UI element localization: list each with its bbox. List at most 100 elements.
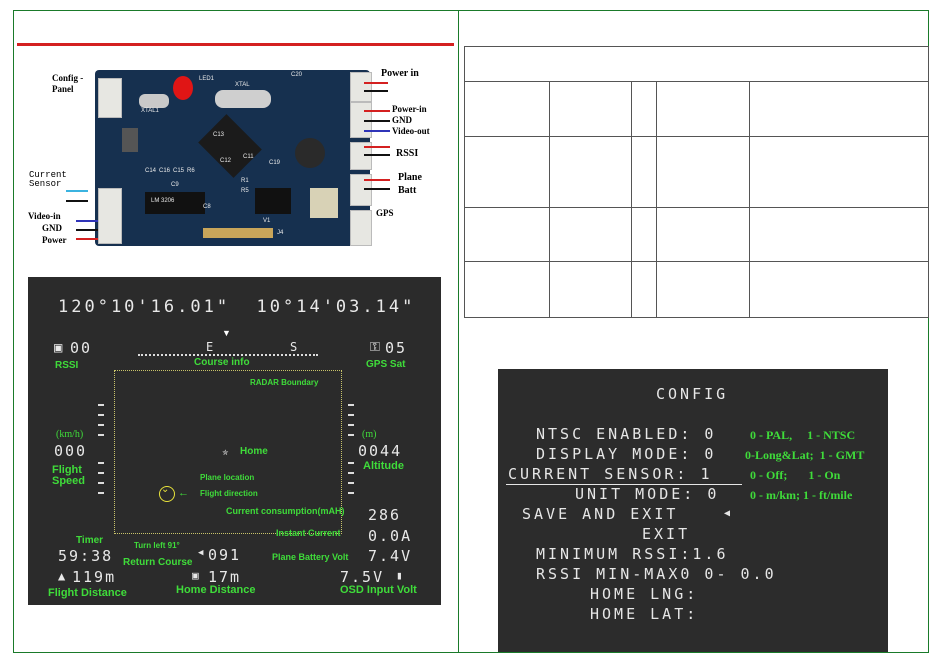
speed-tick: [98, 424, 104, 426]
capacitor: [310, 188, 338, 218]
table-row-line: [465, 261, 928, 262]
wire-right-black: [364, 120, 390, 122]
silk-c15: C15: [173, 168, 185, 174]
silk-c16: C16: [159, 168, 171, 174]
label-gnd-left: GND: [42, 223, 62, 233]
instant-current-label: Instant Current: [276, 528, 341, 538]
altitude-label: Altitude: [363, 460, 404, 472]
consumption-label: Current consumption(mAH): [226, 506, 345, 516]
wire-power-left: [76, 238, 98, 240]
return-course-value: 091: [208, 546, 242, 564]
home-distance-label: Home Distance: [176, 584, 256, 596]
column-divider: [458, 10, 459, 652]
header-pins: [203, 228, 273, 238]
config-ntsc[interactable]: NTSC ENABLED: 0: [536, 425, 716, 443]
home-icon: ✮: [222, 445, 231, 458]
config-unit-mode[interactable]: UNIT MODE: 0: [575, 485, 719, 503]
wire-batt-red: [364, 179, 390, 181]
osd-input-volt-label: OSD Input Volt: [340, 584, 417, 596]
silk-led: LED1: [199, 76, 215, 82]
compass-s: S: [290, 340, 300, 354]
transistor: [255, 188, 291, 214]
led-component: [173, 76, 193, 100]
battery-volt-value: 7.4V: [368, 547, 413, 565]
wire-gnd-left: [76, 229, 98, 231]
label-video-in: Video-in: [28, 211, 61, 221]
label-gps: GPS: [376, 208, 394, 218]
left-connector: [98, 188, 122, 244]
cursor-arrow-icon: ◀: [724, 508, 734, 519]
battery-icon: ▮: [396, 569, 405, 582]
return-course-label: Return Course: [123, 557, 193, 568]
config-home-lng[interactable]: HOME LNG:: [590, 585, 698, 603]
config-current-sensor[interactable]: CURRENT SENSOR: 1: [508, 465, 713, 483]
altitude-unit: (m): [362, 429, 377, 440]
speed-tick: [98, 462, 104, 464]
altitude-tick: [348, 472, 354, 474]
silk-r5: R5: [241, 188, 249, 194]
silk-c12: C12: [220, 158, 232, 164]
altitude-tick: [348, 482, 354, 484]
config-home-lat[interactable]: HOME LAT:: [590, 605, 698, 623]
speed-tick: [98, 404, 104, 406]
label-current-sensor: Current Sensor: [29, 170, 67, 189]
label-power-left: Power: [42, 235, 67, 245]
gps-connector: [350, 210, 372, 246]
silk-r6: R6: [187, 168, 195, 174]
timer-label: Timer: [76, 535, 104, 546]
wire-video-in: [76, 220, 98, 222]
mcu-chip: [198, 114, 262, 178]
config-display-mode[interactable]: DISPLAY MODE: 0: [536, 445, 716, 463]
crystal-1: [139, 94, 169, 108]
altitude-tick: [348, 404, 354, 406]
wire-right-red: [364, 110, 390, 112]
speed-tick: [98, 482, 104, 484]
config-rssi-minmax[interactable]: RSSI MIN-MAX0 0- 0.0: [536, 565, 777, 583]
table-col-line: [749, 81, 750, 317]
satellite-icon: ⚿: [370, 340, 382, 355]
wire-batt-black: [364, 188, 390, 190]
flight-direction-label: Flight direction: [200, 489, 258, 498]
crystal-2: [215, 90, 271, 108]
label-power-in: Power-in: [392, 104, 427, 114]
table-col-line: [631, 81, 632, 317]
silk-v1: V1: [263, 218, 271, 224]
altitude-tick: [348, 414, 354, 416]
label-config-panel: Config - Panel: [52, 73, 84, 94]
pcb-photo: LED1 XTAL1 XTAL C20 C13 C12 C11 C19 C14 …: [20, 60, 445, 255]
gps-value: 05: [385, 339, 408, 357]
speed-tick: [98, 414, 104, 416]
config-save-exit[interactable]: SAVE AND EXIT: [522, 505, 678, 523]
config-exit[interactable]: EXIT: [642, 525, 690, 543]
altitude-value: 0044: [358, 442, 403, 460]
rssi-icon: ▣: [54, 340, 65, 356]
plane-chevron-icon: ⌄: [161, 484, 170, 495]
config-menu: CONFIG NTSC ENABLED: 0 0 - PAL, 1 - NTSC…: [498, 369, 888, 652]
silk-c19: C19: [269, 160, 281, 166]
table-row-line: [465, 136, 928, 137]
label-video-out: Video-out: [392, 126, 430, 136]
speed-tick: [98, 492, 104, 494]
flight-distance-value: 119m: [72, 568, 117, 586]
osd-display: 120°10'16.01" 10°14'03.14" ▣ 00 RSSI ▼ E…: [28, 277, 441, 605]
silk-c14: C14: [145, 168, 157, 174]
config-minimum-rssi[interactable]: MINIMUM RSSI:1.6: [536, 545, 729, 563]
home-distance-icon: ▣: [192, 569, 201, 582]
flight-speed-label: Flight Speed: [52, 464, 86, 487]
instant-current-value: 0.0A: [368, 527, 413, 545]
wire-video-out: [364, 130, 390, 132]
silk-c20: C20: [291, 72, 303, 78]
gps-sat-label: GPS Sat: [366, 359, 406, 370]
label-plane: Plane: [398, 172, 422, 183]
wire-rssi-black: [364, 154, 390, 156]
table-row-line: [465, 207, 928, 208]
note-unit-mode: 0 - m/km; 1 - ft/mile: [750, 488, 853, 502]
course-info-label: Course info: [194, 357, 250, 368]
speed-unit: (km/h): [56, 429, 84, 440]
wire-power-in-black: [364, 90, 388, 92]
button-component: [122, 128, 138, 152]
empty-table: [464, 46, 929, 318]
wire-sensor-blue: [66, 190, 88, 192]
wire-power-in-red: [364, 82, 388, 84]
silk-c11: C11: [243, 154, 254, 160]
